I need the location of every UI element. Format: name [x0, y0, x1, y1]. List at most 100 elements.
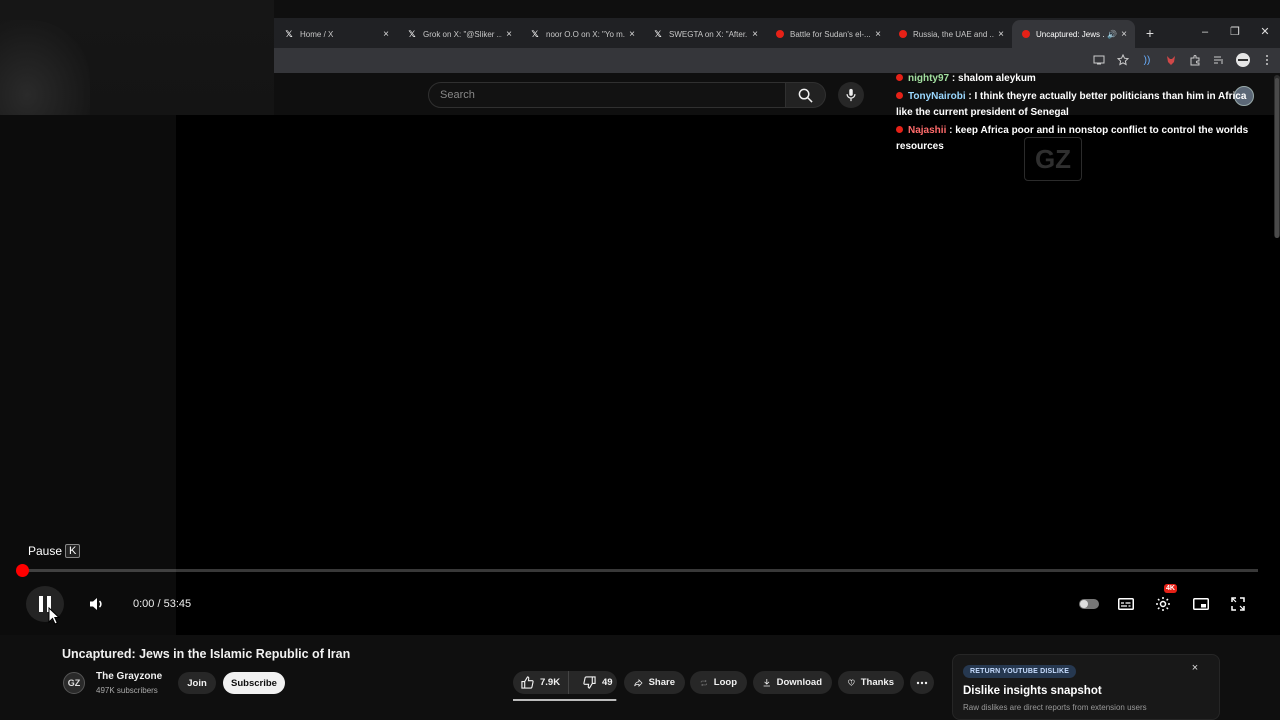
download-icon	[763, 679, 770, 687]
return-dislike-subtitle: Raw dislikes are direct reports from ext…	[963, 703, 1147, 712]
share-label: Share	[648, 677, 675, 688]
profile-avatar-icon[interactable]	[1236, 53, 1250, 67]
video-player[interactable]	[0, 115, 1280, 635]
tab-title: SWEGTA on X: "After...	[669, 29, 749, 39]
scrubber-handle[interactable]	[16, 564, 29, 577]
loop-label: Loop	[713, 677, 737, 688]
search-box[interactable]	[428, 82, 786, 108]
miniplayer-button[interactable]	[1192, 586, 1210, 622]
restore-button[interactable]: ❐	[1220, 18, 1250, 46]
chat-username: TonyNairobi	[908, 91, 966, 102]
extensions-puzzle-icon[interactable]	[1188, 53, 1202, 67]
like-button[interactable]: 7.9K	[513, 671, 569, 694]
x-icon: 𝕏	[531, 28, 539, 39]
x-icon: 𝕏	[408, 28, 416, 39]
volume-button[interactable]	[88, 586, 106, 622]
chat-username: nighty97	[908, 73, 950, 84]
video-info-section: Uncaptured: Jews in the Islamic Republic…	[0, 635, 1280, 720]
tab-close-icon[interactable]: ×	[1121, 29, 1127, 40]
miniplayer-icon	[1193, 598, 1209, 610]
more-actions-button[interactable]	[910, 671, 934, 694]
share-button[interactable]: Share	[624, 671, 685, 694]
search-button[interactable]	[786, 82, 826, 108]
tab-audio-icon[interactable]: 🔊	[1107, 30, 1117, 39]
subtitles-button[interactable]	[1117, 586, 1135, 622]
tab-title: Home / X	[300, 29, 334, 39]
thumbs-down-icon	[583, 676, 596, 689]
browser-tab[interactable]: 𝕏 SWEGTA on X: "After... ×	[643, 20, 766, 48]
search-input[interactable]	[440, 89, 785, 101]
subscribe-button[interactable]: Subscribe	[223, 672, 285, 694]
tab-close-icon[interactable]: ×	[629, 29, 635, 40]
window-controls: – ❐ ✕	[1190, 18, 1280, 46]
browser-tab[interactable]: 𝕏noor O.O on X: "Yo m... ×	[520, 20, 643, 48]
chat-text: : shalom aleykum	[949, 73, 1036, 84]
channel-name[interactable]: The Grayzone	[96, 671, 162, 682]
tooltip-label: Pause	[28, 544, 63, 558]
browser-tab[interactable]: Russia, the UAE and ... ×	[889, 20, 1012, 48]
tab-title: Grok on X: "@Sliker ...	[423, 29, 503, 39]
pause-tooltip: Pause K	[22, 541, 86, 561]
return-dislike-title: Dislike insights snapshot	[963, 685, 1102, 697]
screen: 𝕏 Home / X × 𝕏 Grok on X: "@Sliker ... × 𝕏noor…	[0, 0, 1280, 720]
autoplay-toggle[interactable]	[1078, 586, 1100, 622]
channel-avatar[interactable]: GZ	[63, 672, 85, 694]
tab-title: Battle for Sudan's el-...	[790, 29, 871, 39]
extension-fox-icon[interactable]	[1164, 53, 1178, 67]
close-window-button[interactable]: ✕	[1250, 18, 1280, 46]
join-button[interactable]: Join	[178, 672, 216, 694]
fullscreen-button[interactable]	[1229, 586, 1247, 622]
player-controls: 0:00 / 53:45 4K	[0, 584, 1280, 622]
microphone-icon	[846, 88, 856, 102]
minimize-button[interactable]: –	[1190, 18, 1220, 46]
browser-tab[interactable]: 𝕏 Grok on X: "@Sliker ... ×	[397, 20, 520, 48]
fullscreen-icon	[1231, 597, 1245, 611]
volume-icon	[90, 598, 102, 610]
bookmark-star-icon[interactable]	[1116, 53, 1130, 67]
tab-close-icon[interactable]: ×	[875, 29, 881, 40]
time-display: 0:00 / 53:45	[133, 586, 191, 622]
thanks-label: Thanks	[860, 677, 894, 688]
channel-watermark[interactable]: GZ	[1024, 137, 1082, 181]
browser-tab-strip: 𝕏 Home / X × 𝕏 Grok on X: "@Sliker ... × 𝕏noor…	[274, 18, 1280, 48]
subscriber-count: 497K subscribers	[96, 686, 158, 695]
dislike-button[interactable]: 49	[575, 671, 613, 694]
tab-title: Russia, the UAE and ...	[913, 29, 995, 39]
settings-button[interactable]: 4K	[1154, 584, 1177, 622]
time-separator: /	[154, 598, 164, 610]
download-label: Download	[776, 677, 822, 688]
tab-close-icon[interactable]: ×	[383, 29, 389, 40]
chat-username: Najashii	[908, 125, 947, 136]
browser-tab[interactable]: 𝕏 Home / X ×	[274, 20, 397, 48]
youtube-icon	[899, 30, 907, 38]
share-icon	[634, 678, 643, 687]
progress-bar[interactable]	[16, 564, 1258, 577]
tab-close-icon[interactable]: ×	[998, 29, 1004, 40]
x-icon: 𝕏	[654, 28, 662, 39]
scrollbar-thumb[interactable]	[1275, 78, 1279, 238]
loop-button[interactable]: Loop	[690, 671, 747, 694]
install-app-icon[interactable]	[1092, 53, 1106, 67]
new-tab-button[interactable]: +	[1139, 22, 1161, 44]
thumbs-up-icon	[521, 676, 534, 689]
browser-menu-icon[interactable]	[1260, 53, 1274, 67]
tooltip-shortcut-key: K	[65, 544, 81, 558]
like-dislike-group: 7.9K 49	[513, 671, 617, 694]
media-controls-icon[interactable]	[1212, 53, 1226, 67]
tab-close-icon[interactable]: ×	[752, 29, 758, 40]
more-horizontal-icon	[916, 681, 928, 684]
thanks-button[interactable]: Thanks	[838, 671, 904, 694]
tab-close-icon[interactable]: ×	[506, 29, 512, 40]
browser-tab[interactable]: Uncaptured: Jews ... 🔊 ×	[1012, 20, 1135, 48]
mouse-cursor-icon	[48, 607, 60, 625]
duration: 53:45	[163, 598, 192, 610]
loop-icon	[700, 679, 708, 686]
browser-tab[interactable]: Battle for Sudan's el-... ×	[766, 20, 889, 48]
dislike-count: 49	[602, 677, 613, 688]
download-button[interactable]: Download	[753, 671, 832, 694]
youtube-icon	[1022, 30, 1030, 38]
close-icon[interactable]: ×	[1188, 661, 1202, 675]
youtube-badge-icon	[896, 92, 903, 99]
extension-audio-icon[interactable]: ))	[1140, 53, 1154, 67]
voice-search-button[interactable]	[838, 82, 864, 108]
